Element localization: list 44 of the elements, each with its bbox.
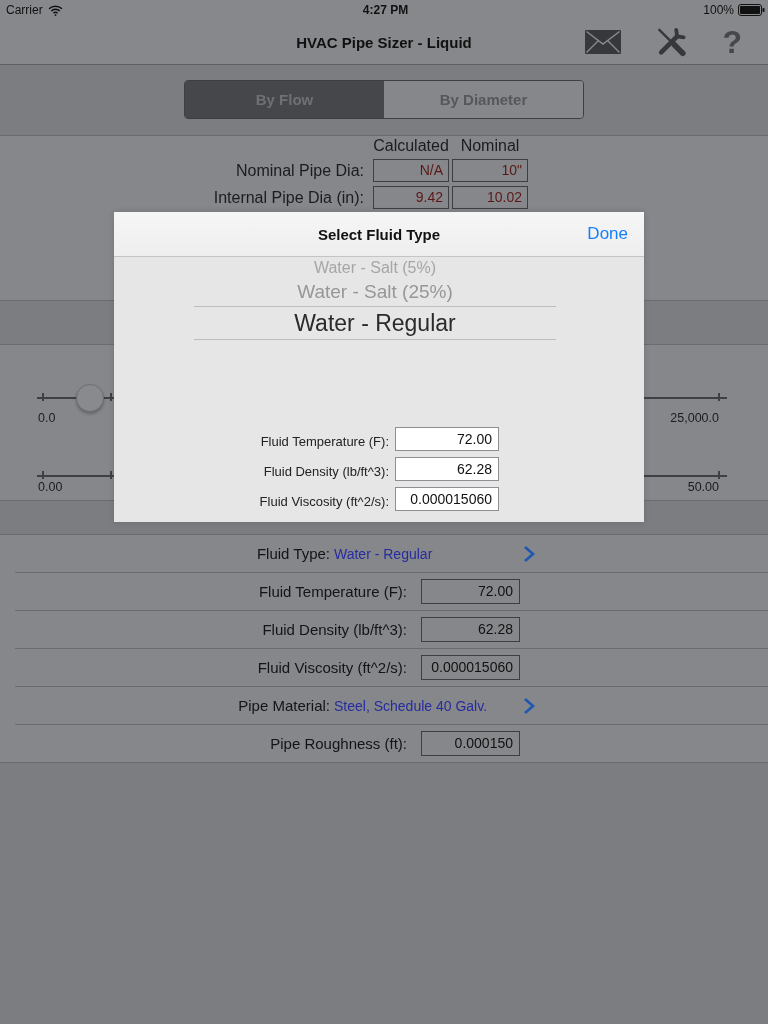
row-label: Fluid Density (lb/ft^3): <box>262 621 407 638</box>
input-field[interactable]: 62.28 <box>421 617 520 642</box>
slider-max-label: 25,000.0 <box>670 412 719 425</box>
column-header: Calculated <box>373 137 449 155</box>
input-field[interactable]: 0.000150 <box>421 731 520 756</box>
link-value[interactable]: Water - Regular <box>334 545 433 562</box>
picker-option[interactable]: Water - Regular <box>194 306 556 340</box>
input-field[interactable]: 0.000015060 <box>395 487 499 511</box>
output-field: 9.42 <box>373 186 449 209</box>
popover-title: Select Fluid Type <box>317 225 441 243</box>
input-field[interactable]: 72.00 <box>421 579 520 604</box>
battery-percentage: 100% <box>703 3 734 17</box>
slider-thumb[interactable] <box>75 384 104 412</box>
battery-icon <box>738 4 765 16</box>
row-label: Fluid Temperature (F): <box>258 583 407 600</box>
mail-icon[interactable] <box>585 30 622 54</box>
slider-min-label: 0.00 <box>38 481 63 494</box>
row-label: Fluid Viscosity (ft^2/s): <box>257 659 407 676</box>
link-value[interactable]: Steel, Schedule 40 Galv. <box>334 697 488 714</box>
carrier-label: Carrier <box>6 3 43 17</box>
chevron-icon[interactable] <box>523 544 535 563</box>
chevron-icon[interactable] <box>523 696 535 715</box>
slider-max-label: 50.00 <box>687 481 719 494</box>
status-time: 4:27 PM <box>362 3 409 17</box>
field-label: Fluid Temperature (F): <box>260 433 389 451</box>
output-field: 10.02 <box>452 186 528 209</box>
wifi-icon <box>47 4 63 16</box>
input-field[interactable]: 62.28 <box>395 457 499 481</box>
row-label: Internal Pipe Dia (in): <box>213 188 364 208</box>
row-label: Pipe Roughness (ft): <box>270 735 407 752</box>
field-label: Fluid Density (lb/ft^3): <box>263 463 389 481</box>
field-label: Fluid Viscosity (ft^2/s): <box>259 493 389 511</box>
input-field[interactable]: 72.00 <box>395 427 499 451</box>
wrench-screwdriver-icon[interactable] <box>656 27 688 57</box>
row-label: Nominal Pipe Dia: <box>235 161 364 181</box>
input-field[interactable]: 0.000015060 <box>421 655 520 680</box>
done-button[interactable]: Done <box>587 224 628 244</box>
window-title: HVAC Pipe Sizer - Liquid <box>296 33 472 51</box>
output-field: N/A <box>373 159 449 182</box>
column-header: Nominal <box>459 137 521 155</box>
row-label: Pipe Material: <box>238 697 330 714</box>
row-label: Fluid Type: <box>256 545 330 562</box>
slider-min-label: 0.0 <box>38 412 56 425</box>
output-field: 10" <box>452 159 528 182</box>
